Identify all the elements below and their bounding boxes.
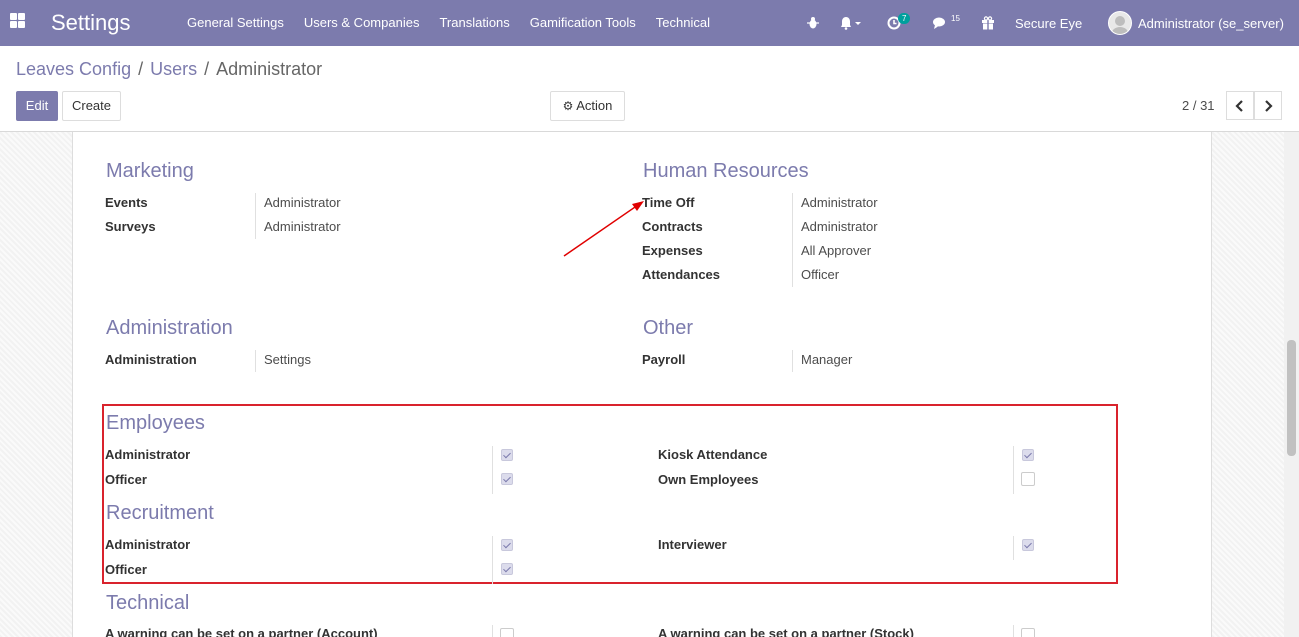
field-value: Administrator: [264, 219, 341, 234]
field-label: Administrator: [105, 447, 191, 462]
divider: [1013, 536, 1014, 560]
human-resources-title: Human Resources: [643, 160, 809, 182]
field-value: Officer: [801, 267, 840, 282]
breadcrumb-separator: /: [204, 59, 210, 79]
breadcrumb-separator: /: [138, 59, 144, 79]
gear-icon: ⚙: [562, 99, 574, 113]
field-label: Attendances: [642, 267, 721, 282]
field-label: Contracts: [642, 219, 703, 234]
interviewer-checkbox[interactable]: [1022, 539, 1034, 551]
avatar: [1108, 11, 1132, 35]
field-value: Settings: [264, 352, 311, 367]
divider: [1013, 625, 1014, 637]
divider: [492, 536, 493, 584]
warning-account-checkbox[interactable]: [500, 628, 514, 637]
own-employees-checkbox[interactable]: [1021, 472, 1035, 486]
edit-button[interactable]: Edit: [16, 91, 58, 121]
background-left: [0, 132, 72, 637]
field-label: Officer: [105, 472, 147, 487]
annotation-arrow: [563, 201, 644, 257]
divider: [1013, 446, 1014, 494]
employees-title: Employees: [106, 412, 205, 434]
breadcrumb-current: Administrator: [216, 59, 323, 79]
menu-general-settings[interactable]: General Settings: [187, 15, 284, 30]
warning-stock-checkbox[interactable]: [1021, 628, 1035, 637]
scrollbar-thumb[interactable]: [1287, 340, 1296, 456]
control-panel: Leaves Config / Users / Administrator Ed…: [0, 46, 1299, 132]
main-menu: General Settings Users & Companies Trans…: [187, 15, 730, 30]
other-title: Other: [643, 317, 694, 339]
field-label: Administration: [105, 352, 197, 367]
menu-users-companies[interactable]: Users & Companies: [304, 15, 420, 30]
divider: [792, 193, 793, 287]
chevron-right-icon: [1265, 99, 1273, 112]
field-label: Expenses: [642, 243, 703, 258]
kiosk-attendance-checkbox[interactable]: [1022, 449, 1034, 461]
scrollbar[interactable]: [1284, 132, 1299, 637]
recruitment-officer-checkbox[interactable]: [501, 563, 513, 575]
divider: [792, 350, 793, 372]
activity-count-badge: 7: [898, 13, 911, 24]
field-value: Administrator: [801, 219, 878, 234]
divider: [255, 350, 256, 372]
field-value: Administrator: [801, 195, 878, 210]
breadcrumb-users[interactable]: Users: [150, 59, 197, 80]
pager-value: 2 / 31: [1182, 98, 1215, 113]
field-value: All Approver: [801, 243, 872, 258]
marketing-title: Marketing: [106, 160, 194, 182]
recruitment-administrator-checkbox[interactable]: [501, 539, 513, 551]
employees-administrator-checkbox[interactable]: [501, 449, 513, 461]
chevron-left-icon: [1235, 99, 1243, 112]
field-label: Officer: [105, 562, 147, 577]
message-count-badge: 15: [951, 14, 960, 23]
pager-next-button[interactable]: [1254, 91, 1282, 120]
field-label: A warning can be set on a partner (Accou…: [105, 626, 378, 637]
field-value: Administrator: [264, 195, 341, 210]
user-name: Administrator (se_server): [1138, 15, 1284, 31]
field-label: Events: [105, 195, 148, 210]
action-button[interactable]: ⚙ Action: [550, 91, 625, 121]
clock-icon[interactable]: [887, 0, 901, 46]
user-menu[interactable]: Administrator (se_server): [1108, 0, 1284, 46]
pager-previous-button[interactable]: [1226, 91, 1254, 120]
field-label: Kiosk Attendance: [658, 447, 768, 462]
divider: [255, 193, 256, 239]
field-value: Manager: [801, 352, 853, 367]
menu-translations[interactable]: Translations: [439, 15, 509, 30]
breadcrumb-leaves-config[interactable]: Leaves Config: [16, 59, 131, 80]
field-label: Surveys: [105, 219, 156, 234]
background-right: [1212, 132, 1284, 637]
menu-gamification-tools[interactable]: Gamification Tools: [530, 15, 636, 30]
employees-officer-checkbox[interactable]: [501, 473, 513, 485]
administration-title: Administration: [106, 317, 233, 339]
debug-icon[interactable]: [806, 0, 820, 46]
bell-icon[interactable]: [840, 0, 862, 46]
field-label: Payroll: [642, 352, 686, 367]
field-label: A warning can be set on a partner (Stock…: [658, 626, 914, 637]
chat-icon[interactable]: [932, 0, 948, 46]
field-label: Administrator: [105, 537, 191, 552]
action-label: Action: [576, 98, 613, 113]
create-button[interactable]: Create: [62, 91, 121, 121]
menu-technical[interactable]: Technical: [656, 15, 710, 30]
company-switcher[interactable]: Secure Eye: [1015, 0, 1082, 46]
divider: [492, 446, 493, 494]
breadcrumb: Leaves Config / Users / Administrator: [16, 59, 322, 80]
apps-grid-icon[interactable]: [10, 13, 25, 28]
top-navbar: Settings General Settings Users & Compan…: [0, 0, 1299, 46]
highlight-box: [102, 404, 1118, 584]
field-label: Own Employees: [658, 472, 759, 487]
divider: [492, 625, 493, 637]
field-label: Interviewer: [658, 537, 727, 552]
recruitment-title: Recruitment: [106, 502, 214, 524]
technical-title: Technical: [106, 592, 190, 614]
app-title: Settings: [51, 10, 131, 35]
gift-icon[interactable]: [981, 0, 995, 46]
